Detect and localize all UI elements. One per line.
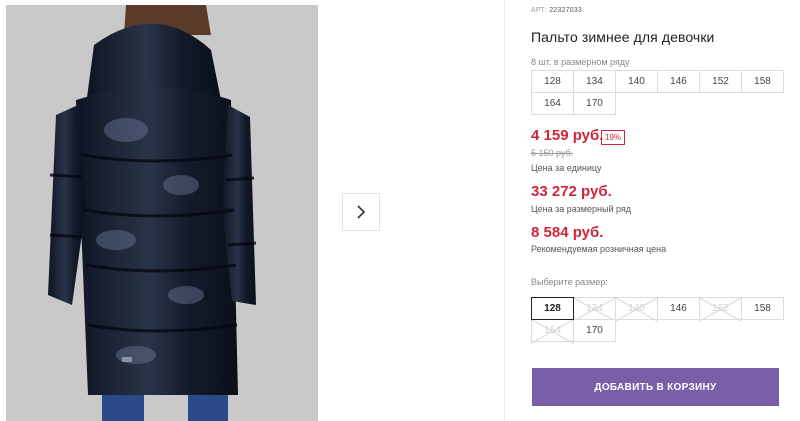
retail-price: 8 584 руб. [531,224,604,241]
product-title: Пальто зимнее для девочки [531,29,715,45]
choose-size-label: Выберите размер: [531,277,608,287]
size-selector: 128 134 140 146 152 158 164 170 [531,297,784,342]
next-image-button[interactable] [342,193,380,231]
article-number: АРТ: 22327033 [531,7,582,14]
coat-image [6,5,318,421]
product-gallery [0,0,505,421]
size-option-140: 140 [615,297,658,320]
size-option-158[interactable]: 158 [741,297,784,320]
size-option-134: 134 [573,297,616,320]
chevron-right-icon [357,205,366,219]
series-size-cell: 164 [531,92,574,115]
series-size-cell: 134 [573,70,616,93]
add-to-cart-button[interactable]: ДОБАВИТЬ В КОРЗИНУ [532,368,779,406]
series-size-cell: 146 [657,70,700,93]
sizes-in-series-note: 8 шт. в размерном ряду [531,57,630,67]
retail-price-label: Рекомендуемая розничная цена [531,244,667,254]
product-photo[interactable] [6,5,318,421]
size-series-grid: 128 134 140 146 152 158 164 170 [531,70,784,115]
series-size-cell: 152 [699,70,742,93]
series-size-cell: 158 [741,70,784,93]
series-size-cell: 140 [615,70,658,93]
unit-price: 4 159 руб. [531,127,604,144]
discount-badge: 19% [601,130,626,145]
series-price: 33 272 руб. [531,183,612,200]
series-size-cell: 170 [573,92,616,115]
unit-price-label: Цена за единицу [531,163,602,173]
product-info-panel: АРТ: 22327033 Пальто зимнее для девочки … [531,0,786,421]
series-size-cell: 128 [531,70,574,93]
size-option-146[interactable]: 146 [657,297,700,320]
size-option-170[interactable]: 170 [573,319,616,342]
old-price: 5 150 руб. [531,148,574,158]
size-option-152: 152 [699,297,742,320]
size-option-164: 164 [531,319,574,342]
series-price-label: Цена за размерный ряд [531,204,632,214]
size-option-128[interactable]: 128 [531,297,574,320]
